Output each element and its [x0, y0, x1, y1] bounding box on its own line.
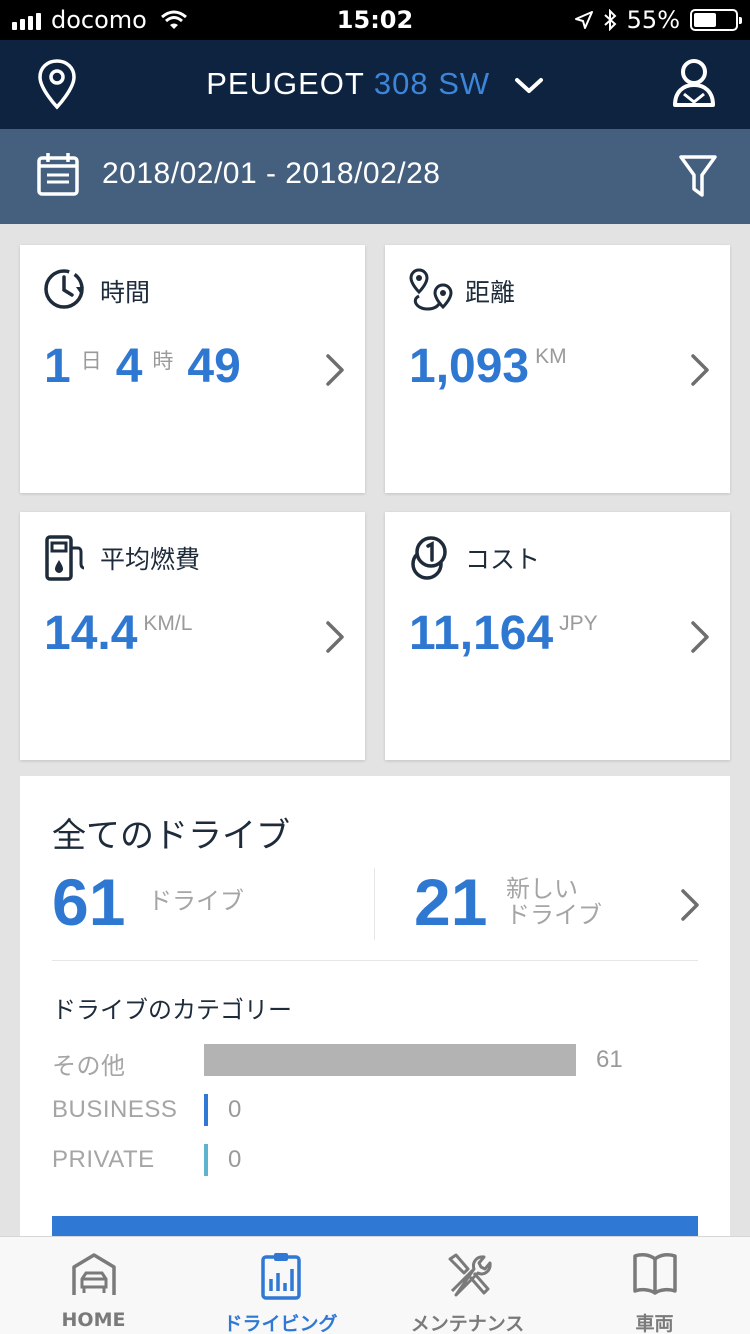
- new-drives-unit: 新しい ドライブ: [506, 876, 602, 928]
- distance-unit: KM: [535, 345, 567, 368]
- user-icon: [673, 59, 715, 107]
- card-cost-label: コスト: [465, 545, 541, 574]
- battery-percent: 55%: [626, 6, 680, 34]
- filter-button[interactable]: [678, 153, 718, 203]
- book-icon: [561, 1251, 748, 1297]
- days-unit: 日: [80, 350, 102, 373]
- card-cost-value: 11,164 JPY: [409, 606, 598, 661]
- chevron-right-icon: [325, 353, 345, 391]
- card-fuel[interactable]: 平均燃費 14.4 KM/L: [20, 512, 365, 760]
- fuel-unit: KM/L: [143, 612, 193, 635]
- category-bar: [204, 1094, 208, 1126]
- vehicle-brand: PEUGEOT: [206, 66, 365, 101]
- tab-label: ドライビング: [223, 1313, 338, 1334]
- category-count: 0: [228, 1146, 242, 1173]
- cost-number: 11,164: [409, 607, 554, 660]
- card-time-label: 時間: [100, 278, 151, 307]
- tab-label: HOME: [61, 1309, 126, 1331]
- minutes-value: 49: [187, 340, 241, 393]
- battery-icon: [690, 9, 742, 31]
- tab-home[interactable]: HOME: [0, 1237, 187, 1334]
- divider: [374, 868, 375, 940]
- hours-unit: 時: [152, 350, 174, 373]
- distance-number: 1,093: [409, 340, 530, 393]
- new-drives-unit-line2: ドライブ: [506, 901, 602, 929]
- clipboard-chart-icon: [187, 1251, 374, 1301]
- category-count: 61: [596, 1046, 623, 1073]
- chevron-right-icon[interactable]: [680, 888, 700, 926]
- route-icon: [407, 267, 457, 317]
- tab-label: 車両: [635, 1313, 674, 1334]
- card-fuel-value: 14.4 KM/L: [44, 606, 192, 661]
- category-name: BUSINESS: [52, 1096, 178, 1123]
- tab-label: メンテナンス: [410, 1313, 525, 1334]
- card-distance-value: 1,093 KM: [409, 339, 567, 394]
- category-name: その他: [52, 1053, 126, 1080]
- tab-maintenance[interactable]: メンテナンス: [374, 1237, 561, 1334]
- clock-icon: [42, 267, 90, 315]
- category-row-business: BUSINESS 0: [52, 1094, 692, 1128]
- card-distance-label: 距離: [465, 278, 516, 307]
- tab-vehicle[interactable]: 車両: [561, 1237, 748, 1334]
- tab-driving[interactable]: ドライビング: [187, 1237, 374, 1334]
- card-time[interactable]: 時間 1 日 4 時 49: [20, 245, 365, 493]
- chevron-right-icon: [690, 353, 710, 391]
- category-bar: [204, 1144, 208, 1176]
- category-row-private: PRIVATE 0: [52, 1144, 692, 1178]
- fuel-number: 14.4: [44, 607, 138, 660]
- chevron-down-icon: [514, 68, 544, 104]
- total-drives-count: 61: [52, 865, 126, 939]
- garage-icon: [0, 1251, 187, 1299]
- bluetooth-icon: [603, 9, 617, 31]
- new-drives-count: 21: [414, 865, 488, 939]
- card-cost[interactable]: コスト 11,164 JPY: [385, 512, 730, 760]
- coins-icon: [407, 534, 453, 584]
- category-name: PRIVATE: [52, 1146, 155, 1173]
- chevron-right-icon: [325, 620, 345, 658]
- card-fuel-label: 平均燃費: [100, 545, 201, 574]
- status-bar: docomo 15:02 55%: [0, 0, 750, 40]
- funnel-icon: [679, 155, 717, 197]
- new-drives-unit-line1: 新しい: [506, 875, 578, 903]
- card-distance[interactable]: 距離 1,093 KM: [385, 245, 730, 493]
- cost-unit: JPY: [559, 612, 598, 635]
- divider: [52, 960, 698, 961]
- calendar-icon: [36, 151, 80, 201]
- drive-category-title: ドライブのカテゴリー: [52, 996, 292, 1024]
- chevron-right-icon: [690, 620, 710, 658]
- tools-icon: [374, 1251, 561, 1299]
- profile-button[interactable]: [672, 58, 716, 112]
- app-header: PEUGEOT 308 SW: [0, 40, 750, 129]
- hours-value: 4: [115, 340, 143, 393]
- category-row-other: その他 61: [52, 1044, 692, 1080]
- date-range-text: 2018/02/01 - 2018/02/28: [102, 157, 441, 190]
- category-count: 0: [228, 1096, 242, 1123]
- category-bar: [204, 1044, 576, 1076]
- vehicle-model: 308 SW: [373, 66, 491, 101]
- bottom-tab-bar: HOME ドライビング メンテナンス 車両: [0, 1236, 750, 1334]
- all-drives-panel[interactable]: 全てのドライブ 61 ドライブ 21 新しい ドライブ ドライブのカテゴリー そ…: [20, 776, 730, 1256]
- vehicle-selector[interactable]: PEUGEOT 308 SW: [0, 66, 750, 104]
- all-drives-title: 全てのドライブ: [52, 816, 290, 856]
- days-value: 1: [44, 340, 71, 393]
- location-arrow-icon: [574, 11, 593, 29]
- total-drives-unit: ドライブ: [148, 887, 244, 915]
- card-time-value: 1 日 4 時 49: [44, 339, 241, 394]
- fuel-pump-icon: [42, 534, 88, 586]
- date-range-bar[interactable]: 2018/02/01 - 2018/02/28: [0, 129, 750, 224]
